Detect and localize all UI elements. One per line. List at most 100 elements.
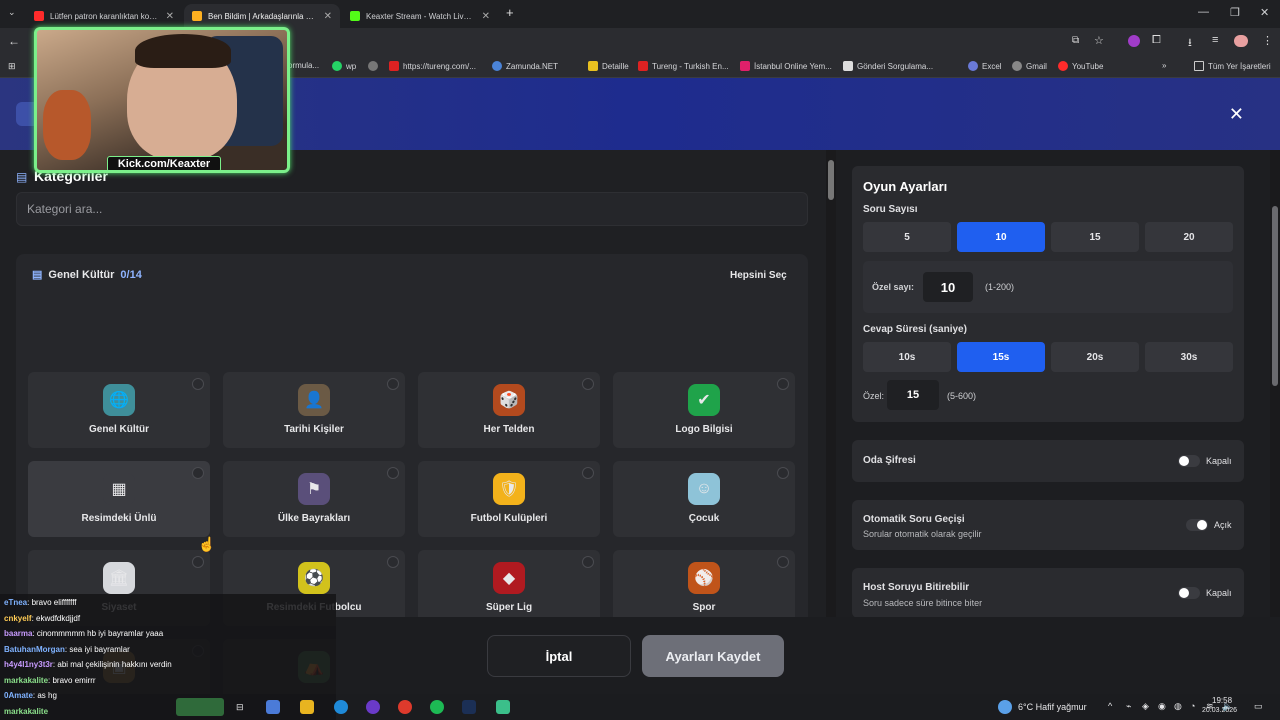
steam-icon[interactable] — [462, 700, 476, 714]
bookmark-tureng-url[interactable]: https://tureng.com/... — [389, 61, 476, 71]
file-explorer-icon[interactable] — [300, 700, 314, 714]
cancel-button[interactable]: İptal — [487, 635, 631, 677]
category-card[interactable]: 👤 Tarihi Kişiler — [223, 372, 405, 448]
tab-1[interactable]: Lütfen patron karanlıktan korkuyor ✕ — [26, 4, 182, 28]
tab-close-icon[interactable]: ✕ — [324, 11, 332, 22]
select-all-button[interactable]: Hepsini Seç — [730, 270, 787, 281]
bookmark-formula[interactable]: ormula... — [288, 61, 319, 70]
apps-grid-icon[interactable]: ⊞ — [8, 61, 16, 72]
bookmark-youtube[interactable]: YouTube — [1058, 61, 1103, 71]
scroll-thumb[interactable] — [1272, 206, 1278, 386]
category-card[interactable]: ☺ Çocuk — [613, 461, 795, 537]
category-radio[interactable] — [582, 378, 594, 390]
category-card[interactable]: ⚾ Spor — [613, 550, 795, 626]
media-icon[interactable]: ≡ — [1212, 34, 1218, 46]
tray-app-icon[interactable]: ◔ — [1190, 701, 1195, 711]
question-option-15[interactable]: 15 — [1051, 222, 1139, 252]
network-icon[interactable]: ⌁ — [1126, 701, 1131, 712]
tab-close-icon[interactable]: ✕ — [482, 11, 490, 22]
category-radio[interactable] — [387, 467, 399, 479]
tray-overflow-icon[interactable]: ^ — [1108, 701, 1112, 711]
download-icon[interactable]: ⭳ — [1188, 34, 1192, 53]
category-radio[interactable] — [192, 556, 204, 568]
tray-app-icon[interactable]: ◈ — [1142, 701, 1149, 712]
custom-time-input[interactable]: 15 — [887, 380, 939, 410]
room-password-toggle[interactable] — [1178, 455, 1200, 467]
tray-app-icon[interactable]: ◉ — [1158, 701, 1166, 712]
menu-icon[interactable]: ⋮ — [1262, 34, 1273, 47]
spotify-icon[interactable] — [430, 700, 444, 714]
category-radio[interactable] — [387, 556, 399, 568]
category-card[interactable]: ⚑ Ülke Bayrakları — [223, 461, 405, 537]
category-radio[interactable] — [582, 467, 594, 479]
question-option-20[interactable]: 20 — [1145, 222, 1233, 252]
bookmark-wp[interactable]: wp — [332, 61, 356, 71]
bookmarks-overflow-icon[interactable]: » — [1162, 61, 1166, 70]
new-tab-icon[interactable]: + — [506, 5, 514, 20]
time-option-30s[interactable]: 30s — [1145, 342, 1233, 372]
install-icon[interactable]: ⧉ — [1072, 35, 1079, 46]
tab-search-icon[interactable]: ⌄ — [8, 7, 16, 18]
puzzle-icon[interactable]: ⧠ — [1152, 34, 1161, 47]
scroll-thumb[interactable] — [828, 160, 834, 200]
chat-username[interactable]: BatuhanMorgan — [4, 645, 65, 654]
close-window-button[interactable]: ✕ — [1260, 6, 1269, 19]
category-card[interactable]: ▦ Resimdeki Ünlü — [28, 461, 210, 537]
close-modal-icon[interactable]: ✕ — [1229, 104, 1244, 125]
question-option-10[interactable]: 10 — [957, 222, 1045, 252]
category-card[interactable]: 🛡 Futbol Kulüpleri — [418, 461, 600, 537]
auto-next-toggle[interactable] — [1186, 519, 1208, 531]
category-radio[interactable] — [387, 378, 399, 390]
chrome-icon[interactable] — [398, 700, 412, 714]
all-bookmarks[interactable]: Tüm Yer İşaretleri — [1194, 61, 1271, 71]
custom-count-input[interactable]: 10 — [923, 272, 973, 302]
tab-2[interactable]: Ben Bildim | Arkadaşlarınla Online ✕ — [184, 4, 340, 28]
category-radio[interactable] — [192, 378, 204, 390]
chat-username[interactable]: markakalite — [4, 676, 48, 685]
chat-username[interactable]: h4y4l1ny3t3r — [4, 660, 53, 669]
bookmark-globe[interactable] — [368, 61, 382, 71]
tray-app-icon[interactable]: ◍ — [1174, 701, 1182, 712]
time-option-15s[interactable]: 15s — [957, 342, 1045, 372]
notification-icon[interactable]: ▭ — [1254, 701, 1263, 712]
bookmark-yemek[interactable]: İstanbul Online Yem... — [740, 61, 832, 71]
extension-icon[interactable] — [1128, 35, 1140, 47]
bookmark-excel[interactable]: Excel — [968, 61, 1002, 71]
chat-username[interactable]: 0Amate — [4, 691, 33, 700]
category-card[interactable]: 🌐 Genel Kültür — [28, 372, 210, 448]
category-radio[interactable] — [192, 467, 204, 479]
back-icon[interactable]: ← — [8, 34, 20, 48]
category-card[interactable]: ◆ Süper Lig — [418, 550, 600, 626]
bookmark-gonderi[interactable]: Gönderi Sorgulama... — [843, 61, 933, 71]
category-radio[interactable] — [582, 556, 594, 568]
minimize-button[interactable]: — — [1198, 6, 1209, 18]
profile-avatar[interactable] — [1234, 35, 1248, 47]
category-card[interactable]: ✔ Logo Bilgisi — [613, 372, 795, 448]
star-icon[interactable]: ☆ — [1094, 34, 1104, 47]
bookmark-zamunda[interactable]: Zamunda.NET — [492, 61, 558, 71]
save-settings-button[interactable]: Ayarları Kaydet — [642, 635, 784, 677]
left-scrollbar[interactable] — [826, 150, 836, 694]
category-radio[interactable] — [777, 467, 789, 479]
category-radio[interactable] — [777, 378, 789, 390]
time-option-20s[interactable]: 20s — [1051, 342, 1139, 372]
tab-3[interactable]: Keaxter Stream - Watch Live on ✕ — [342, 4, 498, 28]
copilot-icon[interactable] — [266, 700, 280, 714]
chat-username[interactable]: markakalite — [4, 707, 48, 716]
chat-username[interactable]: baarma — [4, 629, 32, 638]
edge-icon[interactable] — [334, 700, 348, 714]
discord-icon[interactable] — [366, 700, 380, 714]
bookmark-gmail[interactable]: Gmail — [1012, 61, 1047, 71]
task-view-icon[interactable]: ⊟ — [236, 702, 244, 713]
bookmark-detaille[interactable]: Detaille — [588, 61, 629, 71]
host-end-toggle[interactable] — [1178, 587, 1200, 599]
time-option-10s[interactable]: 10s — [863, 342, 951, 372]
category-search-input[interactable]: Kategori ara... — [16, 192, 808, 226]
app-icon[interactable] — [496, 700, 510, 714]
tab-close-icon[interactable]: ✕ — [166, 11, 174, 22]
right-scrollbar[interactable] — [1270, 150, 1280, 694]
maximize-button[interactable]: ❐ — [1230, 6, 1240, 19]
chat-username[interactable]: eTnea — [4, 598, 27, 607]
chat-username[interactable]: cnkyelf — [4, 614, 32, 623]
category-radio[interactable] — [777, 556, 789, 568]
